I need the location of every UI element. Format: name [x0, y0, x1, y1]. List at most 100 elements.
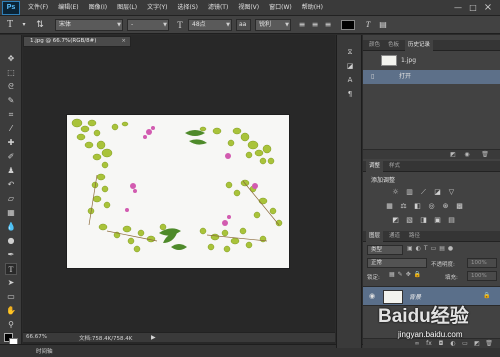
history-snapshot[interactable]: 1.jpg — [363, 53, 500, 69]
tab-styles[interactable]: 样式 — [386, 161, 403, 172]
anti-alias-icon: aa — [236, 19, 251, 31]
clone-stamp-tool-icon[interactable]: ♟ — [5, 165, 17, 177]
tab-layers[interactable]: 图层 — [366, 231, 384, 242]
font-style-select[interactable]: - ▼ — [127, 19, 169, 31]
visibility-eye-icon[interactable]: ◉ — [369, 292, 375, 300]
tab-adjustments[interactable]: 调整 — [366, 161, 384, 172]
trash-icon[interactable]: 🗑 — [481, 151, 489, 159]
tab-paths[interactable]: 路径 — [406, 231, 423, 242]
pen-tool-icon[interactable]: ✒ — [5, 249, 17, 261]
text-color-swatch[interactable] — [341, 20, 355, 30]
lasso-tool-icon[interactable]: ᘓ — [5, 81, 17, 93]
posterize-icon[interactable]: ▧ — [405, 216, 414, 225]
fill-label: 填充: — [445, 275, 458, 281]
color-balance-icon[interactable]: ⚖ — [399, 202, 408, 211]
gradient-map-icon[interactable]: ▤ — [447, 216, 456, 225]
layer-filter-icons[interactable]: ▣◐T▭▤● — [407, 245, 495, 255]
tab-swatches[interactable]: 色板 — [385, 40, 402, 51]
menu-item[interactable]: 图层(L) — [112, 0, 142, 16]
menu-item[interactable]: 图像(I) — [84, 0, 112, 16]
character-panel-icon[interactable]: ▤ — [377, 19, 389, 31]
quick-select-tool-icon[interactable]: ✎ — [5, 95, 17, 107]
black-white-icon[interactable]: ◧ — [413, 202, 422, 211]
invert-icon[interactable]: ◩ — [391, 216, 400, 225]
tab-color[interactable]: 颜色 — [366, 40, 383, 51]
fill-field[interactable]: 100% — [467, 271, 497, 281]
maximize-button[interactable]: □ — [467, 2, 479, 13]
eyedropper-tool-icon[interactable]: ⁄ — [5, 123, 17, 135]
menu-item[interactable]: 文件(F) — [23, 0, 53, 16]
vibrance-icon[interactable]: ▽ — [447, 188, 456, 197]
preset-dropdown-icon[interactable]: ▾ — [18, 19, 30, 31]
menu-items: 文件(F) 编辑(E) 图像(I) 图层(L) 文字(Y) 选择(S) 滤镜(T) 视图(V)… — [23, 0, 328, 16]
tab-history[interactable]: 历史记录 — [405, 40, 434, 51]
hand-tool-icon[interactable]: ✋ — [5, 305, 17, 317]
paragraph-dock-icon[interactable]: ¶ — [345, 89, 355, 99]
color-lookup-icon[interactable]: ▩ — [455, 202, 464, 211]
dodge-tool-icon[interactable]: ● — [5, 235, 17, 247]
path-select-tool-icon[interactable]: ➤ — [5, 277, 17, 289]
eraser-tool-icon[interactable]: ▱ — [5, 193, 17, 205]
brush-tool-icon[interactable]: ✐ — [5, 151, 17, 163]
document-size: 文档:758.4K/758.4K — [79, 336, 133, 342]
minimize-button[interactable]: — — [452, 2, 464, 13]
levels-icon[interactable]: ▥ — [405, 188, 414, 197]
warp-text-icon[interactable]: T — [362, 19, 374, 31]
gradient-tool-icon[interactable]: ▦ — [5, 207, 17, 219]
layer-kind-filter[interactable]: 类型 — [367, 245, 403, 255]
blur-tool-icon[interactable]: 💧 — [5, 221, 17, 233]
crop-tool-icon[interactable]: ⌗ — [5, 109, 17, 121]
menu-item[interactable]: 帮助(H) — [297, 0, 328, 16]
curves-icon[interactable]: ⟋ — [419, 188, 428, 197]
marquee-tool-icon[interactable]: ⬚ — [5, 67, 17, 79]
blend-mode-select[interactable]: 正常 — [367, 258, 427, 268]
character-dock-icon[interactable]: A — [345, 75, 355, 85]
anti-alias-select[interactable]: 锐利 ▼ — [255, 19, 291, 31]
threshold-icon[interactable]: ◨ — [419, 216, 428, 225]
history-panel-tabs: 颜色 色板 历史记录 — [363, 40, 500, 51]
orientation-toggle-icon[interactable]: ⇅ — [34, 19, 46, 31]
exposure-icon[interactable]: ◪ — [433, 188, 442, 197]
menu-item[interactable]: 滤镜(T) — [203, 0, 233, 16]
menu-item[interactable]: 窗口(W) — [264, 0, 297, 16]
brightness-icon[interactable]: ☼ — [391, 188, 400, 197]
selective-color-icon[interactable]: ▣ — [433, 216, 442, 225]
image-canvas[interactable] — [67, 115, 289, 268]
document-tab-title: 1.jpg @ 66.7%(RGB/8#) — [30, 38, 97, 44]
hue-saturation-icon[interactable]: ▦ — [385, 202, 394, 211]
menu-item[interactable]: 选择(S) — [172, 0, 203, 16]
zoom-level[interactable]: 66.67% — [26, 334, 47, 340]
tab-channels[interactable]: 通道 — [386, 231, 403, 242]
close-button[interactable]: × — [482, 2, 494, 13]
opacity-label: 不透明度: — [431, 262, 455, 268]
channel-mixer-icon[interactable]: ⊛ — [441, 202, 450, 211]
text-tool-preset-icon[interactable]: T — [4, 19, 16, 31]
font-size-select[interactable]: 48点 ▼ — [188, 19, 232, 31]
align-center-icon[interactable]: ≡ — [309, 19, 321, 31]
new-document-from-state-icon[interactable]: ◩ — [449, 151, 457, 159]
align-right-icon[interactable]: ≡ — [322, 19, 334, 31]
timeline-label[interactable]: 时间轴 — [36, 347, 53, 355]
healing-brush-tool-icon[interactable]: ✚ — [5, 137, 17, 149]
status-menu-arrow-icon[interactable]: ▶ — [151, 334, 156, 341]
font-family-select[interactable]: 宋体 ▼ — [55, 19, 123, 31]
type-tool-icon[interactable]: T — [5, 263, 17, 275]
history-dock-icon[interactable]: ⧖ — [345, 47, 355, 57]
shape-tool-icon[interactable]: ▭ — [5, 291, 17, 303]
photo-filter-icon[interactable]: ◎ — [427, 202, 436, 211]
close-tab-icon[interactable]: × — [121, 37, 126, 46]
properties-dock-icon[interactable]: ◪ — [345, 61, 355, 71]
lock-icons[interactable]: ▦✎✥🔒 — [389, 271, 424, 278]
menu-item[interactable]: 文字(Y) — [142, 0, 172, 16]
document-tab[interactable]: 1.jpg @ 66.7%(RGB/8#) × — [23, 36, 131, 47]
history-brush-tool-icon[interactable]: ↶ — [5, 179, 17, 191]
menu-item[interactable]: 视图(V) — [233, 0, 264, 16]
snapshot-camera-icon[interactable]: ◉ — [463, 151, 471, 159]
align-left-icon[interactable]: ≡ — [296, 19, 308, 31]
adjustments-panel-tabs: 调整 样式 — [363, 161, 500, 172]
move-tool-icon[interactable]: ✥ — [5, 53, 17, 65]
zoom-tool-icon[interactable]: ⚲ — [5, 319, 17, 331]
menu-item[interactable]: 编辑(E) — [53, 0, 83, 16]
opacity-field[interactable]: 100% — [467, 258, 497, 268]
history-step[interactable]: ▯ 打开 — [363, 70, 500, 84]
